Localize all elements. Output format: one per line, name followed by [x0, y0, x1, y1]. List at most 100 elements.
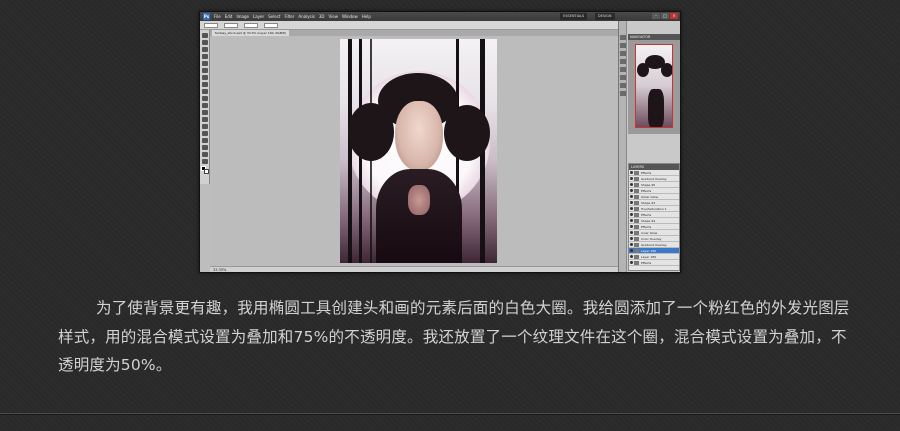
eye-icon[interactable]	[630, 189, 633, 192]
hand-tool-icon[interactable]	[202, 159, 208, 164]
layer-name: Hue/Saturation 1	[641, 207, 667, 211]
ps-options-bar	[200, 21, 680, 30]
ps-menu-view[interactable]: View	[329, 14, 339, 19]
layer-name: Shape 95	[641, 183, 656, 187]
type-tool-icon[interactable]	[202, 138, 208, 143]
eye-icon[interactable]	[630, 231, 633, 234]
layer-thumbnail	[634, 231, 639, 235]
move-tool-icon[interactable]	[202, 33, 208, 38]
layer-thumbnail	[634, 195, 639, 199]
thumb-hair	[661, 63, 672, 77]
eye-icon[interactable]	[630, 183, 633, 186]
blur-tool-icon[interactable]	[202, 117, 208, 122]
layer-thumbnail	[634, 189, 639, 193]
ps-workspace-essentials[interactable]: ESSENTIALS	[560, 13, 588, 20]
eraser-tool-icon[interactable]	[202, 103, 208, 108]
layer-name: Gradient Overlay	[641, 177, 667, 181]
ps-navigator-panel: NAVIGATOR	[628, 34, 680, 134]
path-select-tool-icon[interactable]	[202, 145, 208, 150]
navigator-title[interactable]: NAVIGATOR	[628, 34, 680, 40]
eye-icon[interactable]	[630, 219, 633, 222]
panel-icon[interactable]	[620, 43, 626, 48]
panel-icon[interactable]	[620, 59, 626, 64]
layer-name: Shape 93	[641, 201, 656, 205]
portrait-body	[376, 169, 462, 263]
eye-icon[interactable]	[630, 213, 633, 216]
ps-menu-image[interactable]: Image	[236, 14, 249, 19]
panel-icon[interactable]	[620, 91, 626, 96]
ps-panel-icon-strip	[619, 21, 627, 272]
layer-name: Shape 94	[641, 219, 656, 223]
eye-icon[interactable]	[630, 261, 633, 264]
navigator-thumbnail[interactable]	[635, 44, 673, 128]
ps-option-field[interactable]	[204, 22, 218, 28]
shape-tool-icon[interactable]	[202, 152, 208, 157]
panel-icon[interactable]	[620, 51, 626, 56]
eye-icon[interactable]	[630, 207, 633, 210]
layer-thumbnail	[634, 243, 639, 247]
layer-thumbnail	[634, 261, 639, 265]
eye-icon[interactable]	[630, 171, 633, 174]
panel-icon[interactable]	[620, 67, 626, 72]
layer-thumbnail	[634, 219, 639, 223]
lasso-tool-icon[interactable]	[202, 47, 208, 52]
ps-option-field[interactable]	[244, 22, 258, 28]
layer-name: Inner Glow	[641, 231, 658, 235]
gradient-tool-icon[interactable]	[202, 110, 208, 115]
ps-menu-filter[interactable]: Filter	[284, 14, 294, 19]
portrait-hands	[408, 185, 430, 215]
ps-menu-file[interactable]: File	[214, 14, 221, 19]
background-color-swatch[interactable]	[204, 169, 209, 174]
artwork-canvas[interactable]	[340, 39, 497, 263]
ps-menu-layer[interactable]: Layer	[253, 14, 264, 19]
layer-name: Layer 190	[641, 249, 657, 253]
eye-icon[interactable]	[630, 195, 633, 198]
ps-option-field[interactable]	[264, 22, 278, 28]
tutorial-caption: 为了使背景更有趣，我用椭圆工具创建头和画的元素后面的白色大圈。我给圆添加了一个粉…	[58, 299, 850, 374]
eye-icon[interactable]	[630, 237, 633, 240]
ps-menu-analysis[interactable]: Analysis	[298, 14, 314, 19]
pen-tool-icon[interactable]	[202, 131, 208, 136]
brush-tool-icon[interactable]	[202, 82, 208, 87]
clone-tool-icon[interactable]	[202, 89, 208, 94]
close-icon[interactable]: ×	[670, 13, 678, 19]
eye-icon[interactable]	[630, 255, 633, 258]
divider-line-shadow	[0, 414, 900, 415]
layer-name: Effects	[641, 171, 652, 175]
eye-icon[interactable]	[630, 243, 633, 246]
dodge-tool-icon[interactable]	[202, 124, 208, 129]
ps-canvas-area[interactable]	[210, 36, 620, 268]
ps-menu-3d[interactable]: 3D	[319, 14, 325, 19]
ps-menu-window[interactable]: Window	[342, 14, 358, 19]
history-brush-tool-icon[interactable]	[202, 96, 208, 101]
eye-icon[interactable]	[630, 201, 633, 204]
thumb-body	[648, 89, 664, 127]
eye-icon[interactable]	[630, 225, 633, 228]
ps-layers-panel: LAYERS Effects Gradient Overlay Shape 95 Ef…	[628, 163, 680, 271]
ps-menu-help[interactable]: Help	[362, 14, 371, 19]
layer-name: Effects	[641, 213, 652, 217]
eye-icon[interactable]	[630, 177, 633, 180]
ps-option-field[interactable]	[224, 22, 238, 28]
layer-name: Outer Glow	[641, 195, 658, 199]
panel-icon[interactable]	[620, 35, 626, 40]
eyedropper-tool-icon[interactable]	[202, 68, 208, 73]
marquee-tool-icon[interactable]	[202, 40, 208, 45]
dark-stripe	[348, 39, 352, 263]
ps-menu-select[interactable]: Select	[268, 14, 280, 19]
ps-menubar: Ps File Edit Image Layer Select Filter A…	[200, 12, 680, 21]
panel-icon[interactable]	[620, 75, 626, 80]
ps-workspace-design[interactable]: DESIGN	[595, 13, 615, 20]
panel-icon[interactable]	[620, 83, 626, 88]
ps-menu-edit[interactable]: Edit	[225, 14, 233, 19]
minimize-icon[interactable]: –	[652, 13, 660, 19]
healing-tool-icon[interactable]	[202, 75, 208, 80]
layer-name: Effects	[641, 189, 652, 193]
layer-row[interactable]: Effects	[629, 260, 679, 266]
ps-statusbar: 33.33%	[210, 266, 620, 272]
quick-select-tool-icon[interactable]	[202, 54, 208, 59]
crop-tool-icon[interactable]	[202, 61, 208, 66]
eye-icon[interactable]	[630, 249, 633, 252]
maximize-icon[interactable]: □	[661, 13, 669, 19]
ps-logo-icon: Ps	[203, 13, 210, 20]
